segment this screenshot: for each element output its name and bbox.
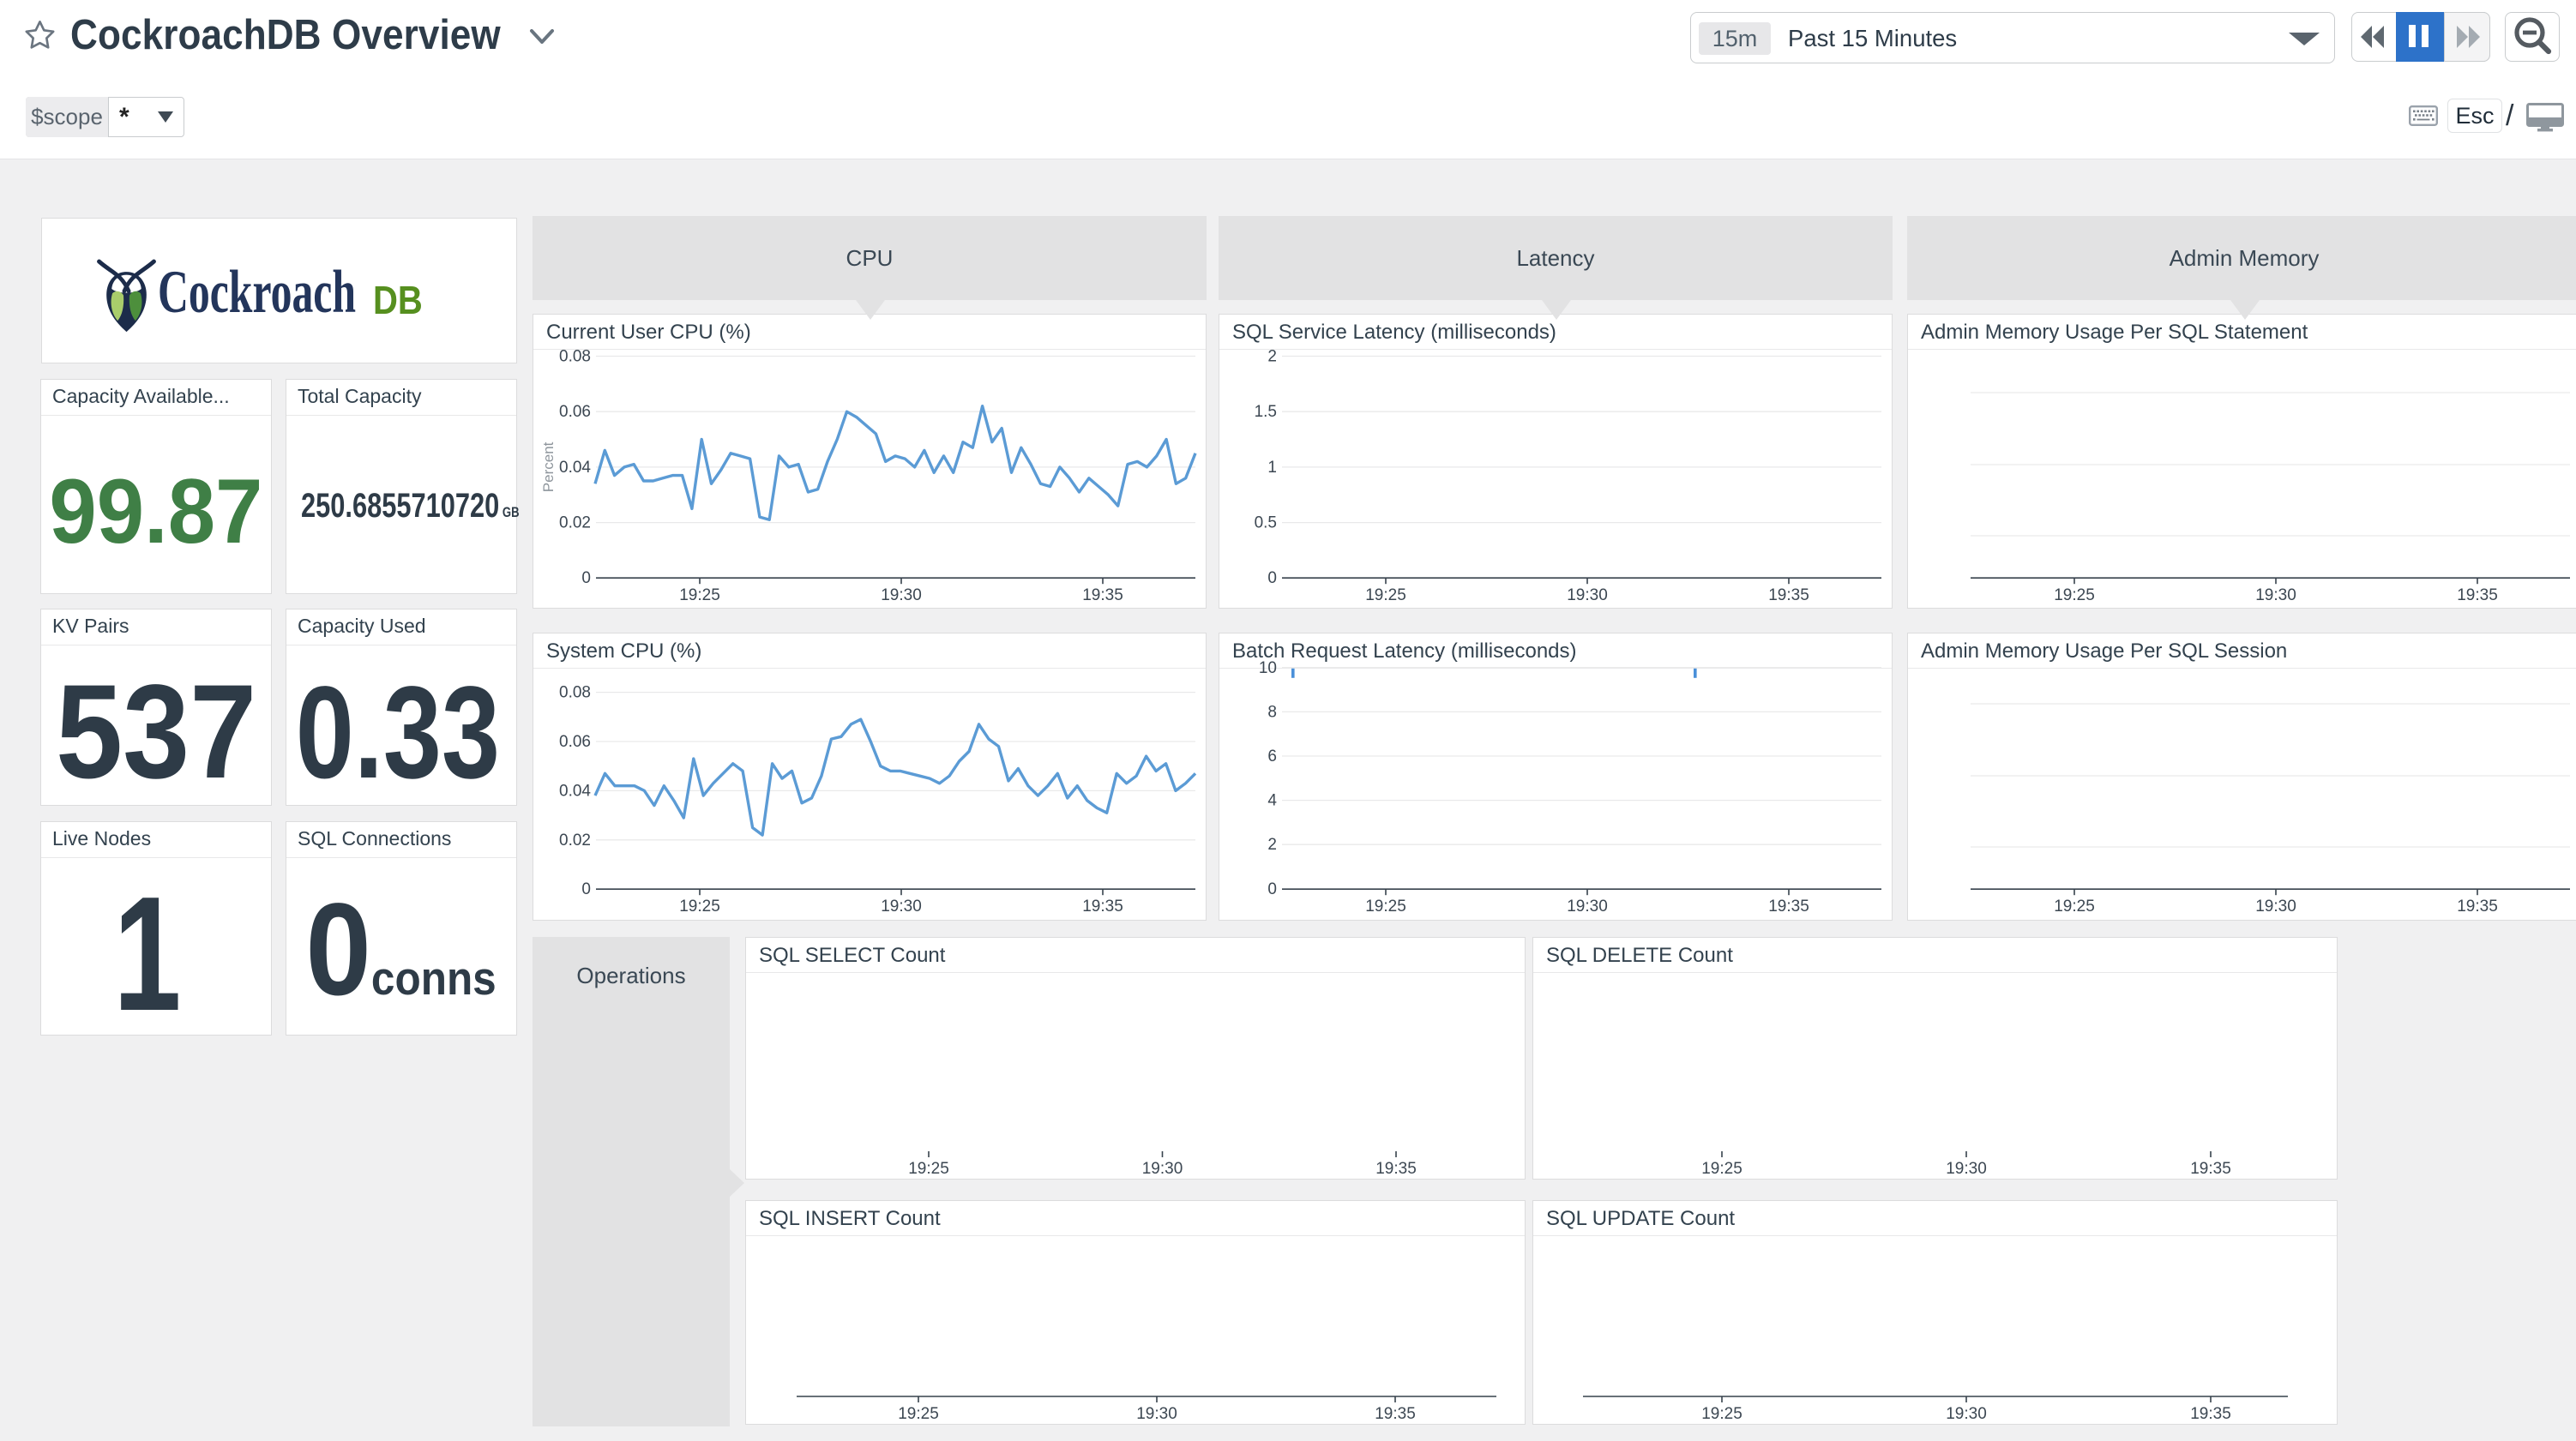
- svg-text:2: 2: [1267, 836, 1277, 854]
- svg-text:0.5: 0.5: [1255, 514, 1277, 532]
- svg-text:19:25: 19:25: [1701, 1405, 1742, 1423]
- svg-text:2: 2: [1267, 348, 1277, 366]
- svg-text:19:30: 19:30: [1946, 1160, 1987, 1178]
- svg-text:0: 0: [1267, 880, 1277, 898]
- svg-text:19:30: 19:30: [1142, 1160, 1183, 1178]
- svg-text:6: 6: [1267, 748, 1277, 766]
- svg-text:19:35: 19:35: [2457, 898, 2498, 916]
- svg-text:19:25: 19:25: [1365, 898, 1406, 916]
- svg-text:0.02: 0.02: [559, 514, 591, 532]
- svg-text:0: 0: [581, 569, 591, 587]
- svg-text:19:35: 19:35: [1768, 586, 1809, 604]
- svg-text:19:35: 19:35: [1082, 898, 1123, 916]
- svg-text:0: 0: [1267, 569, 1277, 587]
- svg-text:19:25: 19:25: [679, 586, 720, 604]
- svg-text:4: 4: [1267, 792, 1277, 810]
- svg-text:0.06: 0.06: [559, 733, 591, 751]
- svg-text:19:35: 19:35: [1375, 1160, 1417, 1178]
- svg-text:0: 0: [581, 880, 591, 898]
- svg-text:19:30: 19:30: [2255, 898, 2296, 916]
- svg-text:0.08: 0.08: [559, 684, 591, 702]
- svg-text:19:35: 19:35: [2457, 586, 2498, 604]
- svg-text:19:30: 19:30: [2255, 586, 2296, 604]
- svg-text:0.08: 0.08: [559, 348, 591, 366]
- svg-text:19:30: 19:30: [1567, 586, 1608, 604]
- svg-text:0.06: 0.06: [559, 403, 591, 421]
- svg-text:19:25: 19:25: [908, 1160, 949, 1178]
- svg-text:19:30: 19:30: [1567, 898, 1608, 916]
- svg-text:19:35: 19:35: [2190, 1160, 2231, 1178]
- svg-text:Percent: Percent: [540, 441, 557, 492]
- svg-text:19:30: 19:30: [881, 586, 922, 604]
- svg-text:0.04: 0.04: [559, 782, 591, 800]
- svg-text:1.5: 1.5: [1255, 403, 1277, 421]
- svg-text:19:25: 19:25: [898, 1405, 939, 1423]
- svg-text:1: 1: [1267, 459, 1277, 477]
- svg-text:19:25: 19:25: [679, 898, 720, 916]
- svg-text:10: 10: [1259, 659, 1277, 677]
- svg-text:19:30: 19:30: [1136, 1405, 1177, 1423]
- svg-text:19:25: 19:25: [1701, 1160, 1742, 1178]
- svg-text:0.04: 0.04: [559, 459, 591, 477]
- svg-text:19:25: 19:25: [2054, 586, 2095, 604]
- svg-text:19:35: 19:35: [1768, 898, 1809, 916]
- svg-text:19:30: 19:30: [1946, 1405, 1987, 1423]
- svg-text:19:35: 19:35: [1082, 586, 1123, 604]
- svg-text:0.02: 0.02: [559, 832, 591, 850]
- svg-text:19:35: 19:35: [1375, 1405, 1416, 1423]
- svg-text:19:25: 19:25: [2054, 898, 2095, 916]
- svg-text:19:35: 19:35: [2190, 1405, 2231, 1423]
- svg-text:19:30: 19:30: [881, 898, 922, 916]
- svg-text:8: 8: [1267, 703, 1277, 721]
- svg-text:19:25: 19:25: [1365, 586, 1406, 604]
